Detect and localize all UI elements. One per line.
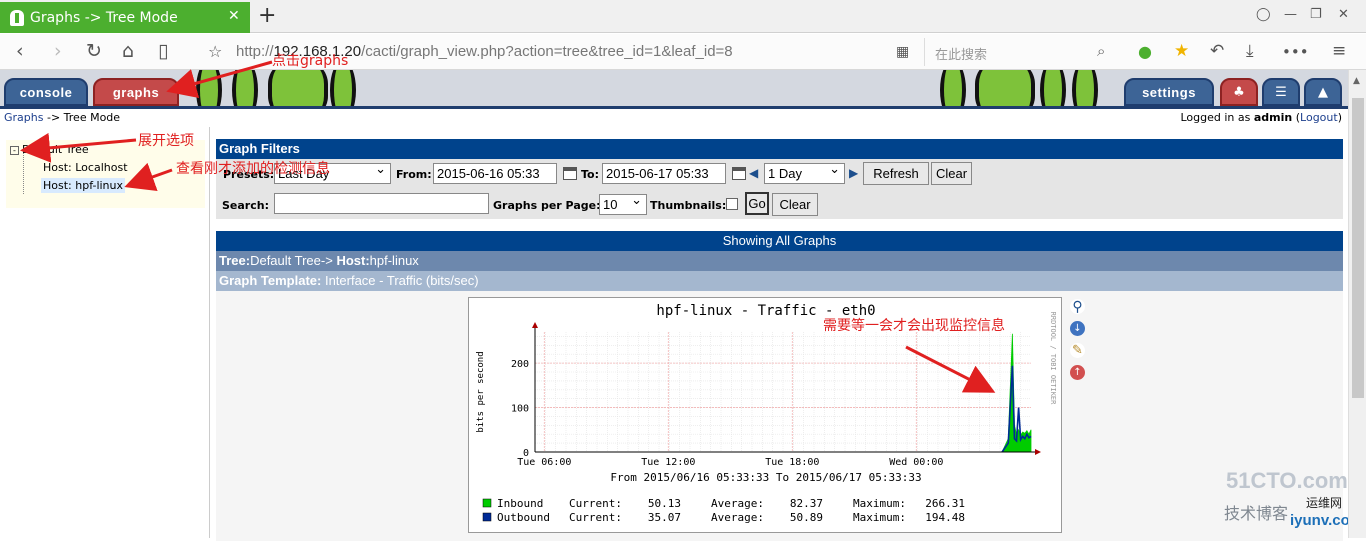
- page-scrollbar[interactable]: ▲: [1348, 70, 1366, 538]
- arrow-to-host: [124, 162, 173, 192]
- note-click-graphs: 点击graphs: [272, 53, 349, 69]
- note-expand: 展开选项: [138, 133, 194, 149]
- note-view-host: 查看刚才添加的检测信息: [176, 161, 330, 177]
- watermark-brand: 51CTO.com: [1226, 468, 1348, 493]
- annotation-arrows: [20, 60, 996, 393]
- scroll-thumb[interactable]: [1352, 98, 1364, 398]
- watermark: 51CTO.com 技术博客 运维网 iyunv.com: [1222, 466, 1363, 536]
- scroll-up-icon[interactable]: ▲: [1353, 76, 1360, 86]
- arrow-to-tree: [20, 132, 137, 163]
- watermark-sub: 技术博客: [1224, 504, 1289, 523]
- watermark-site: 运维网: [1306, 496, 1343, 510]
- arrow-to-graphs: [166, 60, 273, 98]
- note-wait: 需要等一会才会出现监控信息: [823, 318, 1005, 334]
- arrow-to-data: [905, 345, 996, 393]
